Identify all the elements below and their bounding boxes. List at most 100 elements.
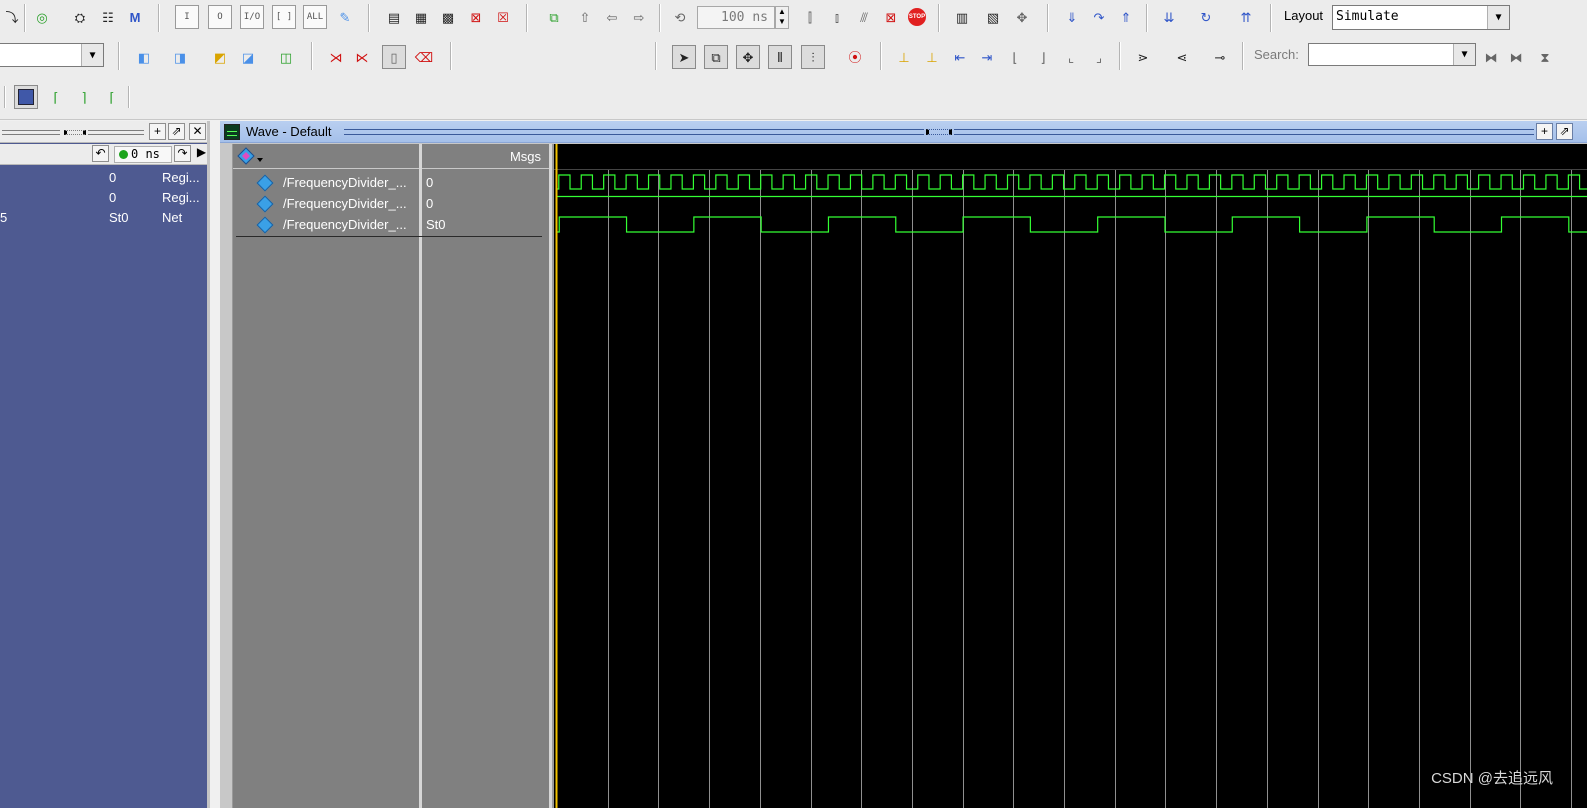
radix-internal-button[interactable]: [ ] xyxy=(272,5,296,29)
select-mode-icon[interactable]: ➤ xyxy=(672,45,696,69)
end-sim-icon[interactable]: ☒ xyxy=(491,5,515,29)
step-into-dropdown-icon[interactable]: ⇊ xyxy=(1157,5,1181,29)
add-dataflow-icon[interactable]: ◪ xyxy=(236,45,260,69)
plus-icon[interactable]: + xyxy=(149,123,166,140)
step-out-icon[interactable]: ⇑ xyxy=(1114,5,1138,29)
falling-edge-icon[interactable]: ⌊ xyxy=(1003,45,1027,69)
run-icon[interactable]: ⫿ xyxy=(798,5,822,29)
chevron-down-icon[interactable]: ▼ xyxy=(81,44,103,66)
driver-icon[interactable]: ⋗ xyxy=(1131,45,1155,69)
break-sim-icon[interactable]: ⊠ xyxy=(879,5,903,29)
search-back-icon[interactable]: ⧓ xyxy=(1479,45,1503,69)
wrench-icon[interactable]: ✎ xyxy=(333,5,357,29)
step-over-dropdown-icon[interactable]: ↻ xyxy=(1194,5,1218,29)
step-into-icon[interactable]: ⇓ xyxy=(1060,5,1084,29)
plus-icon[interactable]: + xyxy=(1536,123,1553,140)
object-row[interactable]: 0 Regi... xyxy=(0,188,207,208)
context-select[interactable]: ▼ xyxy=(0,43,104,67)
rise-icon[interactable]: ⌉ xyxy=(72,85,96,109)
add-wave-icon[interactable]: ◧ xyxy=(132,45,156,69)
rising-edge-icon[interactable]: ⌋ xyxy=(1031,45,1055,69)
add-log-icon[interactable]: ◩ xyxy=(208,45,232,69)
prev-edge-icon[interactable]: ⇤ xyxy=(948,45,972,69)
drag-icon[interactable]: ✥ xyxy=(1010,5,1034,29)
cursor-mode-icon[interactable]: ⫴ xyxy=(768,45,792,69)
chevron-down-icon[interactable]: ▼ xyxy=(1453,44,1475,65)
wave-format-icon[interactable] xyxy=(236,147,264,167)
search-forward-icon[interactable]: ⧓ xyxy=(1504,45,1528,69)
undock-icon[interactable]: ⇗ xyxy=(168,123,185,140)
prev-transition-icon[interactable]: ⌞ xyxy=(1059,45,1083,69)
modelsim-icon[interactable]: M xyxy=(123,5,147,29)
run-length-spinner[interactable]: ▲ ▼ xyxy=(775,6,789,29)
undock-icon[interactable]: ⇗ xyxy=(1556,123,1573,140)
objects-header: ↶ 0 ns ↷ ▶ xyxy=(0,144,207,165)
expand-icon[interactable]: ⋉ xyxy=(350,45,374,69)
simulate-icon[interactable]: ▩ xyxy=(436,5,460,29)
object-row[interactable]: 0 Regi... xyxy=(0,168,207,188)
restart-icon[interactable]: ⟲ xyxy=(668,5,692,29)
page-icon[interactable]: ▯ xyxy=(382,45,406,69)
continue-icon[interactable]: ⫾ xyxy=(825,5,849,29)
step-icon[interactable]: ⤵ xyxy=(0,5,24,29)
chevron-down-icon[interactable]: ▼ xyxy=(1487,6,1509,29)
hierarchy-icon[interactable]: ☷ xyxy=(96,5,120,29)
step-out-dropdown-icon[interactable]: ⇈ xyxy=(1234,5,1258,29)
pulse-icon[interactable]: ⌈ xyxy=(44,85,68,109)
object-row[interactable]: 5 St0 Net xyxy=(0,208,207,228)
pane-grip[interactable] xyxy=(88,130,144,135)
reader-icon[interactable]: ⋖ xyxy=(1170,45,1194,69)
pan-mode-icon[interactable]: ✥ xyxy=(736,45,760,69)
waveform-canvas[interactable] xyxy=(552,144,1587,808)
radix-out-button[interactable]: O xyxy=(208,5,232,29)
forward-arrow-icon[interactable]: ⇨ xyxy=(627,5,651,29)
stop-icon[interactable]: STOP xyxy=(905,5,929,29)
add-memory-icon[interactable]: ◫ xyxy=(274,45,298,69)
pane-grip[interactable] xyxy=(2,130,60,135)
title-grip[interactable] xyxy=(926,129,952,135)
fall-icon[interactable]: ⌈ xyxy=(100,85,124,109)
source-icon[interactable]: ▥ xyxy=(950,5,974,29)
prev-time-icon[interactable]: ↶ xyxy=(92,145,109,162)
insert-cursor-icon[interactable]: ⊥ xyxy=(892,45,916,69)
scroll-right-icon[interactable]: ▶ xyxy=(193,145,210,162)
signal-row[interactable]: /FrequencyDivider_... xyxy=(233,215,420,236)
break-icon[interactable]: ⊠ xyxy=(464,5,488,29)
radix-all-button[interactable]: ALL xyxy=(303,5,327,29)
next-time-icon[interactable]: ↷ xyxy=(174,145,191,162)
object-kind: Regi... xyxy=(162,190,200,205)
traffic-light-icon[interactable]: ⦿ xyxy=(843,45,867,69)
edit-mode-icon[interactable]: ⫶ xyxy=(801,45,825,69)
copy-icon[interactable]: ⧉ xyxy=(542,5,566,29)
run-length-field[interactable]: 100 ns xyxy=(697,6,775,29)
pane-grip[interactable] xyxy=(64,130,86,135)
source-step-icon[interactable]: ▧ xyxy=(981,5,1005,29)
run-all-icon[interactable]: ⫻ xyxy=(852,5,876,29)
wave-color-icon[interactable] xyxy=(14,85,38,109)
compile-icon[interactable]: ▤ xyxy=(382,5,406,29)
title-grip[interactable] xyxy=(954,129,1534,135)
erase-icon[interactable]: ⌫ xyxy=(412,45,436,69)
search-input[interactable]: ▼ xyxy=(1308,43,1476,66)
find-icon[interactable]: ⛭ xyxy=(68,5,92,29)
delete-cursor-icon[interactable]: ⊥ xyxy=(920,45,944,69)
trace-icon[interactable]: ⊸ xyxy=(1208,45,1232,69)
next-edge-icon[interactable]: ⇥ xyxy=(975,45,999,69)
back-arrow-icon[interactable]: ⇦ xyxy=(600,5,624,29)
signal-row[interactable]: /FrequencyDivider_... xyxy=(233,173,420,194)
up-arrow-icon[interactable]: ⇧ xyxy=(573,5,597,29)
close-icon[interactable]: ✕ xyxy=(189,123,206,140)
radix-inout-button[interactable]: I/O xyxy=(240,5,264,29)
title-grip[interactable] xyxy=(344,129,924,135)
next-transition-icon[interactable]: ⌟ xyxy=(1087,45,1111,69)
step-over-icon[interactable]: ↷ xyxy=(1087,5,1111,29)
zoom-mode-icon[interactable]: ⧉ xyxy=(704,45,728,69)
add-list-icon[interactable]: ◨ xyxy=(168,45,192,69)
collapse-icon[interactable]: ⋊ xyxy=(324,45,348,69)
compile-all-icon[interactable]: ▦ xyxy=(409,5,433,29)
search-options-icon[interactable]: ⧗ xyxy=(1533,45,1557,69)
radix-in-button[interactable]: I xyxy=(175,5,199,29)
layout-select[interactable]: Simulate ▼ xyxy=(1332,5,1510,30)
sim-icon[interactable]: ◎ xyxy=(30,5,54,29)
signal-row[interactable]: /FrequencyDivider_... xyxy=(233,194,420,215)
